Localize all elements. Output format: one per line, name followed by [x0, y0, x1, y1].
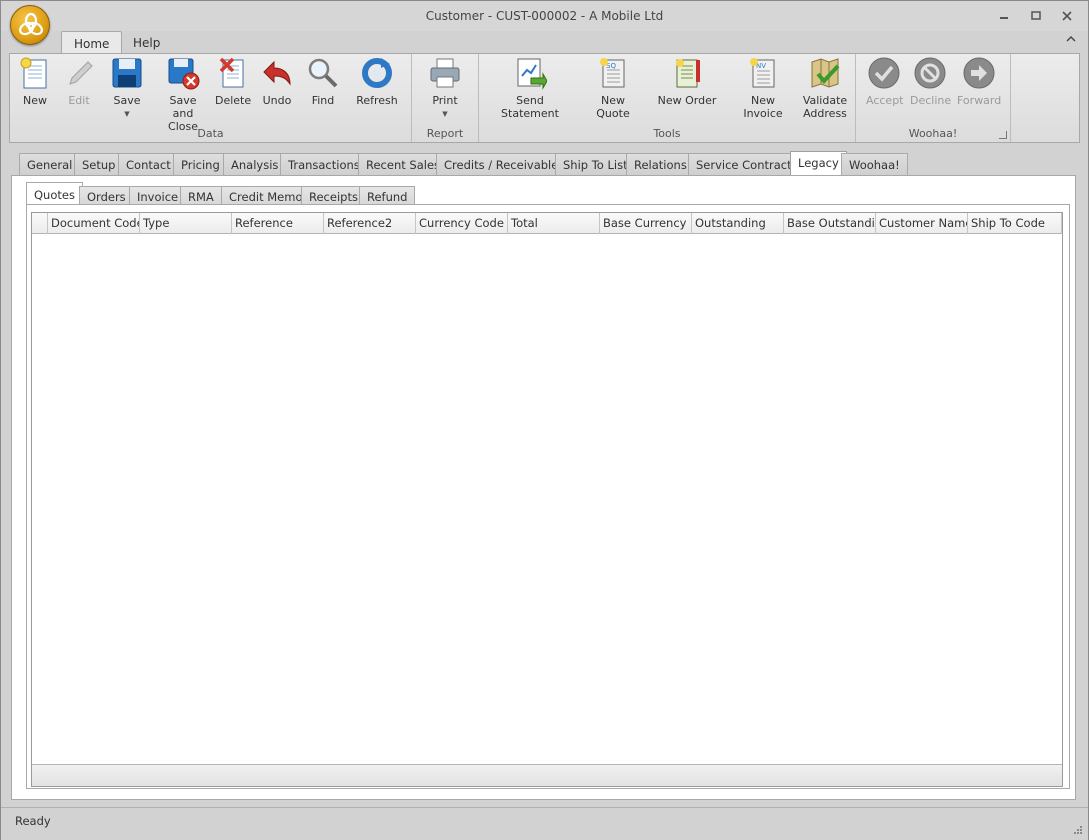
find-button[interactable]: Find	[306, 56, 340, 107]
save-button[interactable]: Save ▼	[110, 56, 144, 121]
subtab-orders[interactable]: Orders	[79, 186, 134, 206]
tab-credits-receivables[interactable]: Credits / Receivables	[436, 153, 573, 175]
send-statement-button[interactable]: Send Statement	[489, 56, 571, 120]
window-title: Customer - CUST-000002 - A Mobile Ltd	[425, 9, 664, 23]
tab-relations[interactable]: Relations	[626, 153, 695, 175]
new-document-icon	[18, 56, 52, 90]
ribbon-group-tools-label: Tools	[653, 127, 681, 140]
column-header[interactable]: Document Code	[48, 213, 140, 234]
print-button[interactable]: Print ▼	[428, 56, 462, 121]
column-header[interactable]: Customer Name	[876, 213, 968, 234]
subtab-credit-memo[interactable]: Credit Memo	[221, 186, 311, 206]
grid-footer	[32, 764, 1062, 786]
ribbon-group-woohaa-label: Woohaa!	[908, 127, 958, 140]
subtab-quotes[interactable]: Quotes	[26, 182, 83, 206]
ribbon-tab-home[interactable]: Home	[61, 31, 123, 54]
row-indicator-header[interactable]	[32, 213, 48, 234]
column-header[interactable]: Outstanding	[692, 213, 784, 234]
undo-arrow-icon	[260, 56, 294, 90]
subtab-refund[interactable]: Refund	[359, 186, 416, 206]
tab-legacy[interactable]: Legacy	[790, 151, 847, 175]
printer-icon	[428, 56, 462, 90]
new-order-icon	[670, 56, 704, 90]
ribbon-tabs: Home Help	[1, 31, 1088, 54]
magnifier-icon	[306, 56, 340, 90]
column-header[interactable]: Currency Code	[416, 213, 508, 234]
ribbon-tab-help[interactable]: Help	[121, 31, 172, 54]
forward-arrow-icon	[962, 56, 996, 90]
save-and-close-button[interactable]: Save and Close	[158, 56, 208, 133]
undo-button[interactable]: Undo	[260, 56, 294, 107]
tab-transactions[interactable]: Transactions	[280, 153, 368, 175]
column-header[interactable]: Base Outstandi...	[784, 213, 876, 234]
column-header[interactable]: Ship To Code	[968, 213, 1062, 234]
legacy-panel: Quotes Orders Invoice RMA Credit Memo Re…	[11, 175, 1076, 800]
column-header[interactable]: Reference2	[324, 213, 416, 234]
decline-icon	[913, 56, 947, 90]
tab-woohaa[interactable]: Woohaa!	[841, 153, 908, 175]
app-logo-icon[interactable]	[10, 5, 50, 45]
subtab-rma[interactable]: RMA	[180, 186, 222, 206]
quotes-grid[interactable]: Document Code Type Reference Reference2 …	[31, 212, 1063, 787]
tab-analysis[interactable]: Analysis	[223, 153, 287, 175]
title-bar: Customer - CUST-000002 - A Mobile Ltd	[1, 1, 1088, 45]
new-button[interactable]: New	[18, 56, 52, 107]
accept-check-icon	[867, 56, 901, 90]
ribbon-group-woohaa: Accept Decline Forward Woohaa!	[856, 54, 1011, 142]
tab-pricing[interactable]: Pricing	[173, 153, 228, 175]
column-header[interactable]: Total	[508, 213, 600, 234]
new-quote-button[interactable]: SQ New Quote	[583, 56, 643, 120]
status-text: Ready	[15, 814, 51, 828]
tab-service-contracts[interactable]: Service Contracts	[688, 153, 806, 175]
customer-window: Customer - CUST-000002 - A Mobile Ltd Ho…	[0, 0, 1089, 840]
tab-contact[interactable]: Contact	[118, 153, 179, 175]
ribbon-group-data: New Edit Save ▼ Save and Close Delete Un…	[10, 54, 412, 142]
close-icon[interactable]	[1056, 7, 1078, 25]
restore-icon[interactable]	[1025, 7, 1047, 25]
refresh-icon	[360, 56, 394, 90]
save-close-icon	[166, 56, 200, 90]
new-order-button[interactable]: New Order	[657, 56, 717, 107]
minimize-icon[interactable]	[993, 7, 1015, 25]
quotes-panel: Document Code Type Reference Reference2 …	[26, 204, 1070, 789]
new-quote-icon: SQ	[596, 56, 630, 90]
collapse-ribbon-icon[interactable]	[1066, 35, 1076, 46]
save-dropdown-arrow-icon[interactable]: ▼	[110, 108, 144, 121]
grid-header: Document Code Type Reference Reference2 …	[32, 213, 1062, 234]
tab-setup[interactable]: Setup	[74, 153, 124, 175]
resize-grip-icon[interactable]	[1072, 824, 1082, 834]
column-header[interactable]: Type	[140, 213, 232, 234]
send-statement-icon	[513, 56, 548, 90]
tab-recent-sales[interactable]: Recent Sales	[358, 153, 449, 175]
subtab-receipts[interactable]: Receipts	[301, 186, 366, 206]
edit-button[interactable]: Edit	[62, 56, 96, 107]
status-bar: Ready	[1, 807, 1088, 840]
decline-button[interactable]: Decline	[910, 56, 951, 107]
ribbon-group-tools: Send Statement SQ New Quote New Order NV…	[479, 54, 856, 142]
refresh-button[interactable]: Refresh	[355, 56, 399, 107]
ribbon-group-report: Print ▼ Report	[412, 54, 479, 142]
main-tabs: General Setup Contact Pricing Analysis T…	[19, 151, 1079, 175]
column-header[interactable]: Base Currency ...	[600, 213, 692, 234]
new-invoice-button[interactable]: NV New Invoice	[731, 56, 795, 120]
column-header[interactable]: Reference	[232, 213, 324, 234]
subtab-invoice[interactable]: Invoice	[129, 186, 187, 206]
ribbon-group-report-label: Report	[426, 127, 464, 140]
dialog-launcher-icon[interactable]	[999, 131, 1007, 139]
delete-button[interactable]: Delete	[215, 56, 251, 107]
tab-general[interactable]: General	[19, 153, 81, 175]
floppy-disk-icon	[110, 56, 144, 90]
ribbon: New Edit Save ▼ Save and Close Delete Un…	[9, 53, 1080, 143]
pencil-icon	[62, 56, 96, 90]
delete-document-icon	[216, 56, 250, 90]
print-dropdown-arrow-icon[interactable]: ▼	[428, 108, 462, 121]
validate-address-icon	[808, 56, 842, 90]
new-invoice-icon: NV	[746, 56, 780, 90]
tab-ship-to-list[interactable]: Ship To List	[555, 153, 636, 175]
validate-address-button[interactable]: Validate Address	[801, 56, 849, 120]
forward-button[interactable]: Forward	[957, 56, 1001, 107]
ribbon-group-data-label: Data	[197, 127, 224, 140]
accept-button[interactable]: Accept	[866, 56, 904, 107]
